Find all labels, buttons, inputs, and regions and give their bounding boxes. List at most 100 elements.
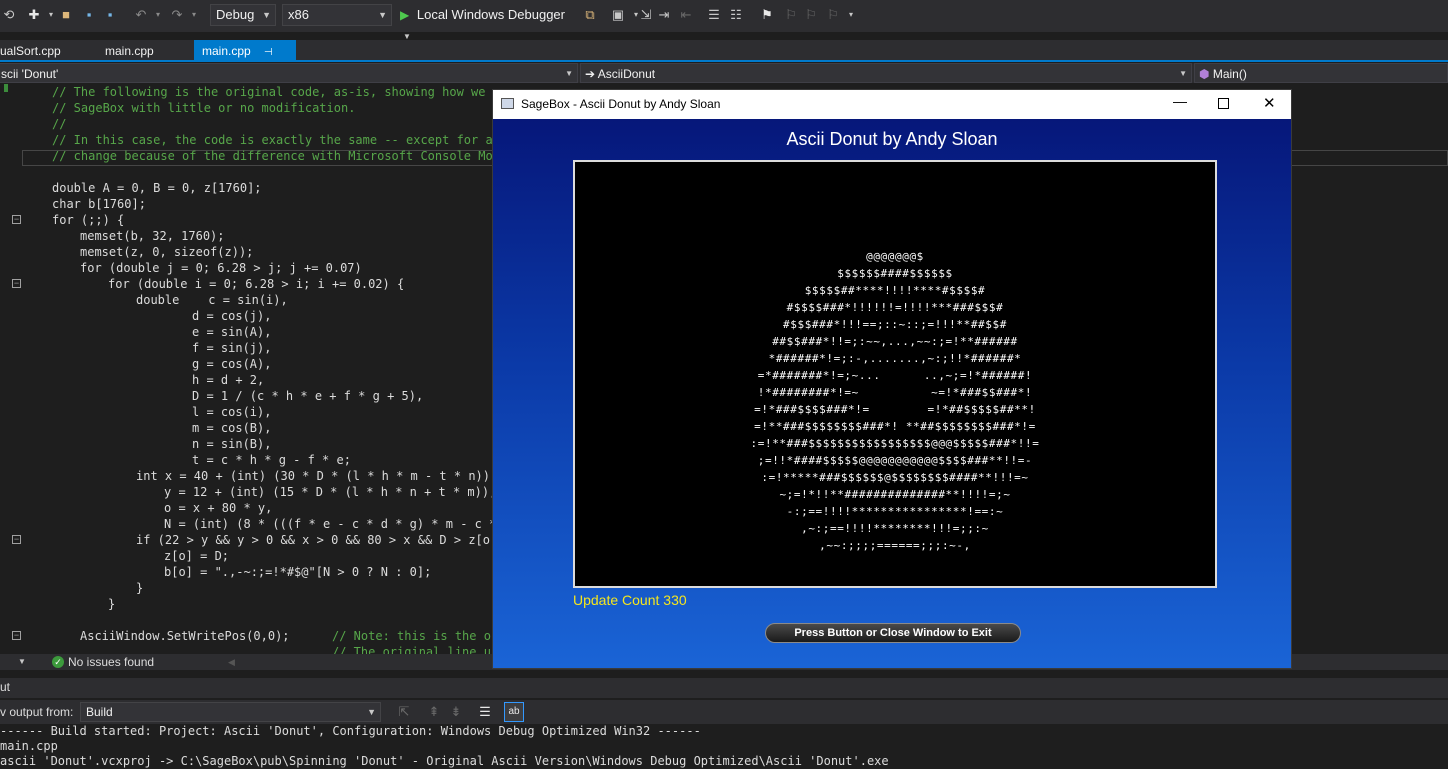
code-line: int x = 40 + (int) (30 * D * (l * h * m … xyxy=(136,469,498,483)
indent-icon[interactable]: ⇥ xyxy=(656,7,672,23)
code-line: l = cos(i), xyxy=(192,405,272,419)
window-heading: Ascii Donut by Andy Sloan xyxy=(786,129,998,149)
browse-icon[interactable]: ⧉ xyxy=(582,7,598,23)
step-icon[interactable]: ⇲ xyxy=(638,7,654,23)
code-line: // change because of the difference with… xyxy=(52,149,508,163)
prev-bookmark-icon[interactable]: ⚐ xyxy=(783,7,799,23)
code-line: f = sin(j), xyxy=(192,341,272,355)
uncomment-icon[interactable]: ☷ xyxy=(728,7,744,23)
comment-icon[interactable]: ☰ xyxy=(706,7,722,23)
update-count-label: Update Count 330 xyxy=(573,592,687,608)
collapse-icon[interactable]: − xyxy=(12,215,21,224)
scope-dropdown[interactable]: ➔ AsciiDonut ▼ xyxy=(580,63,1192,83)
donut-line: ##$$###*!!=;:~~,...,~~:;=!**###### xyxy=(772,335,1018,348)
method-icon: ⬢ xyxy=(1199,67,1210,81)
donut-line: ,~:;==!!!!********!!!=;;:~ xyxy=(801,522,989,535)
output-text[interactable]: ------ Build started: Project: Ascii 'Do… xyxy=(0,724,1448,768)
code-line: N = (int) (8 * (((f * e - c * d * g) * m… xyxy=(164,517,497,531)
bookmark-icon[interactable]: ⚑ xyxy=(759,7,775,23)
code-line: y = 12 + (int) (15 * D * (l * h * n + t … xyxy=(164,485,497,499)
configuration-value: Debug xyxy=(216,7,255,22)
chevron-down-icon[interactable]: ▼ xyxy=(18,654,26,670)
find-message-icon[interactable]: ⇱ xyxy=(396,704,412,720)
scroll-left-icon[interactable]: ◀ xyxy=(228,654,235,670)
donut-line: ,~~:;;;;======;;;:~-, xyxy=(819,539,971,552)
collapse-icon[interactable]: − xyxy=(12,535,21,544)
chevron-down-icon[interactable]: ▾ xyxy=(843,7,859,23)
ascii-donut-canvas: @@@@@@@$ $$$$$$####$$$$$$ $$$$$##****!!!!*… xyxy=(573,160,1217,588)
show-output-label: v output from: xyxy=(0,705,74,719)
collapse-icon[interactable]: − xyxy=(12,279,21,288)
screenshot-icon[interactable]: ▣ xyxy=(610,7,626,23)
clear-all-icon[interactable]: ☰ xyxy=(477,704,493,720)
member-label: Main() xyxy=(1212,67,1247,81)
sagebox-client-area: Ascii Donut by Andy Sloan @@@@@@@$ $$$$$$… xyxy=(493,119,1291,668)
pin-icon[interactable]: ⊣ xyxy=(264,47,273,58)
code-line: e = sin(A), xyxy=(192,325,272,339)
play-icon: ▶ xyxy=(400,8,410,22)
next-bookmark-icon[interactable]: ⚐ xyxy=(803,7,819,23)
chevron-down-icon[interactable]: ▾ xyxy=(186,7,202,23)
donut-line: ;=!!*####$$$$$@@@@@@@@@@@$$$$###**!!=- xyxy=(757,454,1033,467)
outdent-icon[interactable]: ⇤ xyxy=(678,7,694,23)
open-folder-icon[interactable]: ■ xyxy=(58,7,74,23)
redo-icon[interactable]: ↷ xyxy=(169,7,185,23)
save-icon[interactable]: ▪ xyxy=(81,7,97,23)
output-toolbar: v output from: Build ▼ ⇱ ⇞ ⇟ ☰ ab xyxy=(0,700,1448,724)
chevron-down-icon[interactable]: ▾ xyxy=(150,7,166,23)
code-line: d = cos(j), xyxy=(192,309,272,323)
chevron-down-icon: ▼ xyxy=(1179,69,1187,78)
close-button[interactable]: ✕ xyxy=(1263,94,1276,112)
issues-status[interactable]: No issues found xyxy=(68,654,154,670)
project-dropdown[interactable]: scii 'Donut' ▼ xyxy=(0,63,578,83)
collapse-icon[interactable]: − xyxy=(12,631,21,640)
code-line: memset(z, 0, sizeof(z)); xyxy=(80,245,254,259)
maximize-button[interactable] xyxy=(1218,98,1229,109)
platform-dropdown[interactable]: x86 ▼ xyxy=(282,4,392,26)
prev-message-icon[interactable]: ⇞ xyxy=(426,704,442,720)
start-debugging-button[interactable]: ▶ Local Windows Debugger ▼ xyxy=(400,5,570,41)
tab-visualsort-cpp[interactable]: ualSort.cpp xyxy=(0,40,69,62)
tab-main-cpp[interactable]: main.cpp xyxy=(97,40,162,62)
sagebox-window: SageBox - Ascii Donut by Andy Sloan — ✕ … xyxy=(492,89,1292,669)
word-wrap-icon[interactable]: ab xyxy=(504,702,524,722)
window-titlebar[interactable]: SageBox - Ascii Donut by Andy Sloan — ✕ xyxy=(493,90,1291,119)
configuration-dropdown[interactable]: Debug ▼ xyxy=(210,4,276,26)
code-line: } xyxy=(136,581,144,595)
member-dropdown[interactable]: ⬢ Main() xyxy=(1194,63,1448,83)
code-line: b[o] = ".,-~:;=!*#$@"[N > 0 ? N : 0]; xyxy=(164,565,432,579)
tab-main-cpp-active[interactable]: main.cpp ⊣ ✕ xyxy=(194,40,296,82)
clear-bookmarks-icon[interactable]: ⚐ xyxy=(825,7,841,23)
output-title: ut xyxy=(0,680,11,694)
chevron-down-icon[interactable]: ▾ xyxy=(43,7,59,23)
donut-line: #$$$$###*!!!!!!=!!!!***###$$$# xyxy=(786,301,1004,314)
code-line: } xyxy=(108,597,116,611)
save-all-icon[interactable]: ▪ xyxy=(102,7,118,23)
output-source-dropdown[interactable]: Build ▼ xyxy=(80,702,381,722)
code-line: D = 1 / (c * h * e + f * g + 5), xyxy=(192,389,424,403)
donut-line: =!*###$$$$###*!= =!*##$$$$$##**! xyxy=(754,403,1036,416)
code-line: // In this case, the code is exactly the… xyxy=(52,133,500,147)
code-line: // SageBox with little or no modificatio… xyxy=(52,101,356,115)
code-line: // The original line us xyxy=(332,645,499,654)
navigation-bar: scii 'Donut' ▼ ➔ AsciiDonut ▼ ⬢ Main() xyxy=(0,63,1448,83)
chevron-down-icon: ▼ xyxy=(565,69,573,78)
output-line: ascii 'Donut'.vcxproj -> C:\SageBox\pub\… xyxy=(0,754,889,768)
code-line: AsciiWindow.SetWritePos(0,0); xyxy=(80,629,290,643)
minimize-button[interactable]: — xyxy=(1173,93,1187,109)
donut-line: !*########*!=~ ~=!*###$$###*! xyxy=(757,386,1033,399)
platform-value: x86 xyxy=(288,7,309,22)
back-icon[interactable]: ⟲ xyxy=(1,7,17,23)
tab-label: ualSort.cpp xyxy=(0,44,61,58)
donut-line: #$$$###*!!!==;::~::;=!!!**##$$# xyxy=(783,318,1007,331)
main-toolbar: ⟲ ✚ ▾ ■ ▪ ▪ ↶ ▾ ↷ ▾ Debug ▼ x86 ▼ ▶ Loca… xyxy=(0,0,1448,41)
debugger-label: Local Windows Debugger xyxy=(416,7,565,22)
new-item-icon[interactable]: ✚ xyxy=(26,7,42,23)
code-line: n = sin(B), xyxy=(192,437,272,451)
code-line: for (double i = 0; 6.28 > i; i += 0.02) … xyxy=(108,277,405,291)
exit-button[interactable]: Press Button or Close Window to Exit xyxy=(765,623,1021,643)
code-line: if (22 > y && y > 0 && x > 0 && 80 > x &… xyxy=(136,533,505,547)
next-message-icon[interactable]: ⇟ xyxy=(448,704,464,720)
undo-icon[interactable]: ↶ xyxy=(133,7,149,23)
app-icon xyxy=(501,98,514,109)
